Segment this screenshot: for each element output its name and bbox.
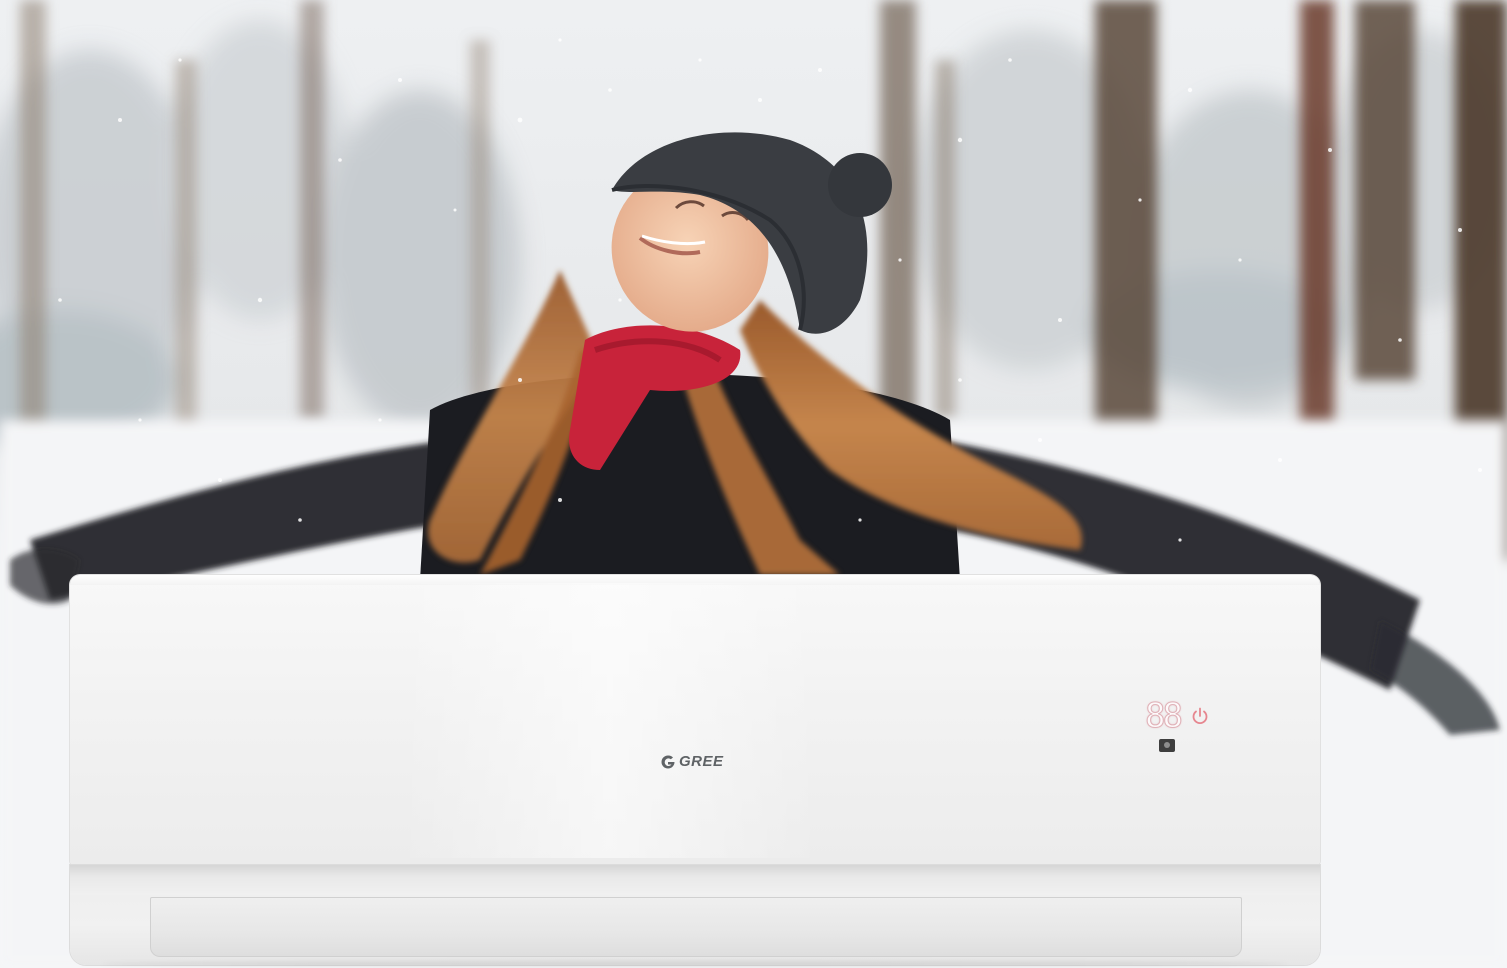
power-icon[interactable] (1190, 706, 1210, 726)
gree-logo-icon (661, 754, 675, 768)
ad-scene: GREE 88 (0, 0, 1507, 968)
ac-front-panel: GREE 88 (70, 575, 1320, 865)
air-louver (150, 897, 1242, 957)
brand-logo-text: GREE (679, 753, 724, 770)
ac-bottom-housing (70, 865, 1320, 965)
unit-shadow (100, 961, 1290, 967)
ac-bottom-lip (70, 865, 1320, 895)
ir-sensor-icon (1159, 739, 1175, 752)
brand-logo: GREE (660, 753, 724, 770)
led-display: 88 (1145, 697, 1215, 757)
air-conditioner-unit: GREE 88 (70, 575, 1320, 967)
panel-sheen (400, 583, 820, 858)
temperature-digits: 88 (1145, 696, 1184, 736)
